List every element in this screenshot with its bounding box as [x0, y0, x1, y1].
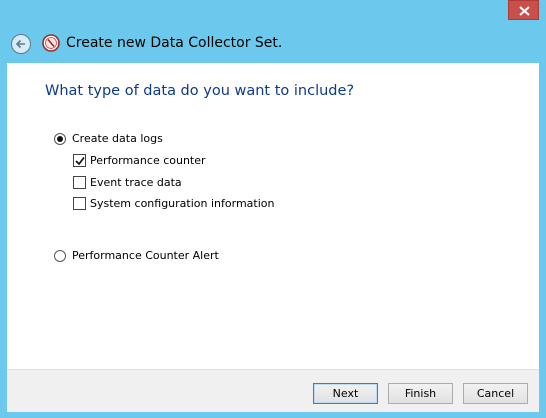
next-button[interactable]: Next — [313, 383, 378, 404]
back-arrow-icon — [15, 39, 25, 49]
back-button[interactable] — [11, 34, 31, 54]
page-question: What type of data do you want to include… — [45, 83, 355, 99]
finish-button[interactable]: Finish — [388, 383, 453, 404]
button-bar: Next Finish Cancel — [7, 369, 539, 412]
checkbox-performance-counter[interactable]: Performance counter — [73, 154, 206, 167]
close-icon — [519, 6, 530, 16]
cancel-button[interactable]: Cancel — [463, 383, 528, 404]
checkbox-system-configuration[interactable]: System configuration information — [73, 197, 274, 210]
radio-performance-counter-alert[interactable]: Performance Counter Alert — [54, 249, 219, 262]
checkbox-event-trace-data[interactable]: Event trace data — [73, 176, 182, 189]
radio-label: Create data logs — [72, 132, 163, 145]
radio-button-selected[interactable] — [54, 132, 66, 145]
wizard-window: Create new Data Collector Set. What type… — [0, 0, 546, 418]
radio-button[interactable] — [54, 249, 66, 262]
data-collector-icon — [42, 34, 60, 52]
checkbox-unchecked[interactable] — [73, 197, 86, 210]
radio-create-data-logs[interactable]: Create data logs — [54, 132, 163, 145]
checkbox-label: System configuration information — [90, 197, 275, 210]
content-panel: What type of data do you want to include… — [7, 63, 539, 369]
checkbox-label: Performance counter — [90, 154, 206, 167]
checkbox-checked[interactable] — [73, 154, 86, 167]
window-title: Create new Data Collector Set. — [66, 35, 283, 51]
checkbox-label: Event trace data — [90, 176, 182, 189]
checkmark-icon — [75, 156, 85, 166]
checkbox-unchecked[interactable] — [73, 176, 86, 189]
radio-label: Performance Counter Alert — [72, 249, 219, 262]
close-button[interactable] — [508, 0, 539, 20]
